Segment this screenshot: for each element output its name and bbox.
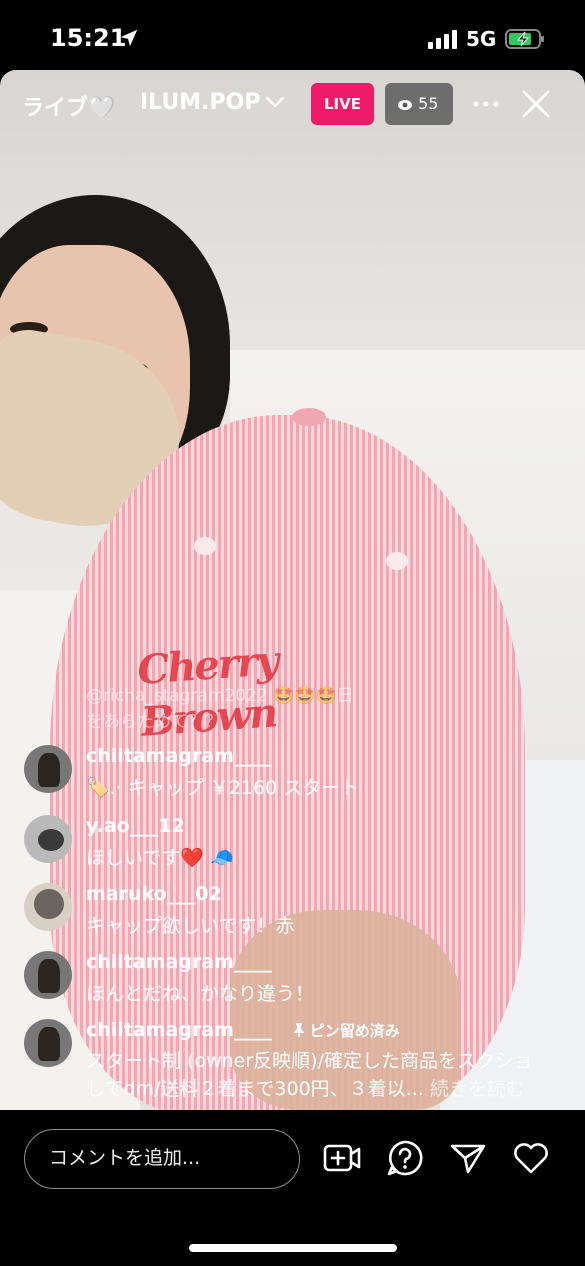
chevron-down-icon[interactable]: [264, 94, 286, 110]
fading-comment-line: をあらためて？？: [86, 712, 222, 732]
fading-comment: @richa_stagram2022 🤩🤩🤩日 をあらためて？？: [86, 683, 354, 735]
channel-name[interactable]: ILUM.POP: [140, 90, 260, 115]
close-icon[interactable]: [520, 88, 552, 120]
status-bar: 15:21 5G: [0, 0, 585, 70]
eye-icon: [398, 100, 412, 110]
comment-text: スタート制 (owner反映順)/確定した商品をスクショ してdm/送料２着まで…: [86, 1047, 533, 1103]
avatar[interactable]: [24, 1019, 72, 1067]
question-icon[interactable]: [385, 1138, 425, 1178]
read-more-link[interactable]: 続きを読む: [430, 1078, 525, 1100]
comment-username[interactable]: chiitamagram____: [86, 745, 272, 767]
live-title: ライブ🤍: [22, 96, 116, 121]
avatar[interactable]: [24, 745, 72, 793]
comment-username[interactable]: maruko___02: [86, 883, 222, 905]
avatar[interactable]: [24, 951, 72, 999]
comment-username[interactable]: chiitamagram____: [86, 951, 272, 973]
heart-icon[interactable]: [511, 1138, 551, 1178]
comment-text: キャップ欲しいです！赤: [86, 915, 295, 937]
cap-button: [292, 408, 326, 426]
location-arrow-icon: [120, 29, 138, 47]
live-header: ライブ🤍 ILUM.POP LIVE 55: [0, 80, 585, 130]
viewer-count-badge[interactable]: 55: [385, 83, 453, 125]
comment-text-line: スタート制 (owner反映順)/確定した商品をスクショ: [86, 1050, 533, 1072]
cap-eyelet: [194, 537, 216, 555]
avatar[interactable]: [24, 815, 72, 863]
more-icon[interactable]: [472, 94, 500, 114]
network-type: 5G: [466, 27, 497, 51]
avatar[interactable]: [24, 883, 72, 931]
comment-text-line: してdm/送料２着まで300円、３着以... 続きを読む: [86, 1075, 533, 1103]
comment-username-row: chiitamagram____ ピン留め済み: [86, 1019, 400, 1041]
signal-icon: [428, 30, 457, 49]
viewer-count: 55: [418, 94, 439, 113]
pin-icon: [293, 1023, 304, 1037]
status-time: 15:21: [50, 24, 127, 52]
comment-text: ほんとだね、かなり違う！: [86, 983, 315, 1005]
send-icon[interactable]: [448, 1138, 488, 1178]
add-video-icon[interactable]: [322, 1138, 362, 1178]
pinned-label: ピン留め済み: [293, 1022, 400, 1040]
comment-username[interactable]: y.ao___12: [86, 815, 185, 837]
comment-text: ほしいです❤️ 🧢: [86, 847, 234, 869]
cap-eyelet: [386, 552, 408, 570]
comment-text-fragment: してdm/送料２着まで300円、３着以...: [86, 1078, 424, 1100]
live-badge: LIVE: [311, 83, 374, 125]
fading-comment-line: @richa_stagram2022 🤩🤩🤩日: [86, 686, 354, 706]
comment-username[interactable]: chiitamagram____: [86, 1019, 272, 1041]
battery-icon: [505, 29, 544, 49]
pinned-text: ピン留め済み: [309, 1022, 400, 1040]
home-indicator[interactable]: [189, 1244, 397, 1252]
comment-input[interactable]: コメントを追加...: [24, 1129, 300, 1189]
composer-bar: コメントを追加...: [0, 1110, 585, 1266]
comment-text: 🏷️.· キャップ ￥2160 スタート: [86, 777, 360, 799]
